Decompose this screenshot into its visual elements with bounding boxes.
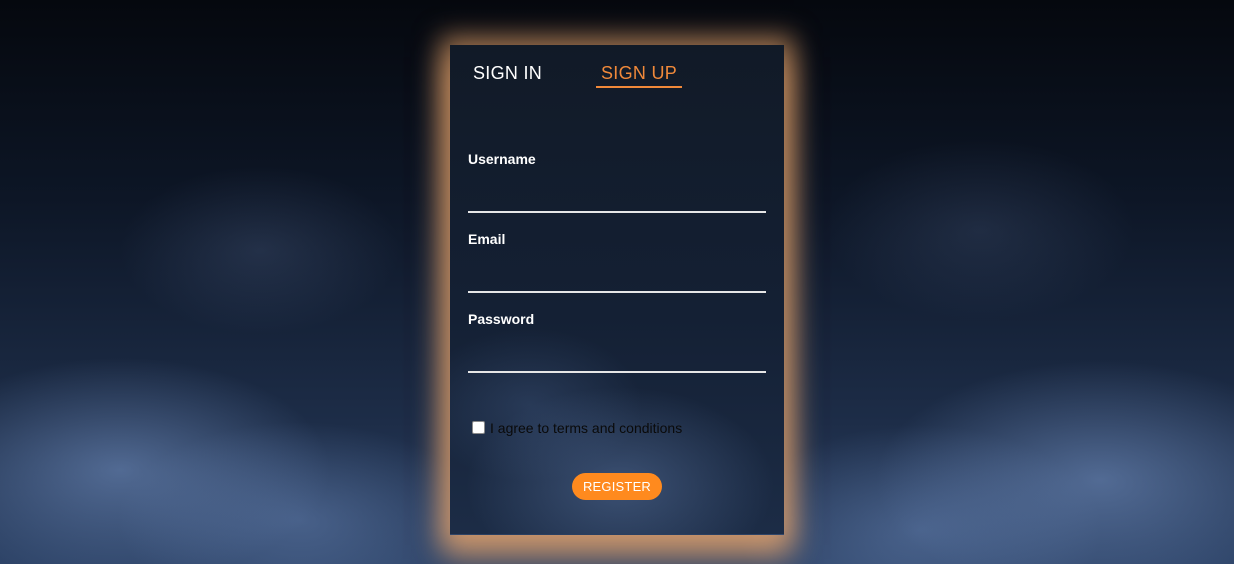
tab-sign-up[interactable]: SIGN UP — [596, 63, 683, 88]
username-input[interactable] — [468, 185, 766, 213]
email-input[interactable] — [468, 265, 766, 293]
signup-card: SIGN IN SIGN UP Username Email Password … — [450, 45, 784, 534]
terms-label: I agree to terms and conditions — [490, 420, 683, 436]
email-label: Email — [468, 231, 506, 247]
tab-sign-in[interactable]: SIGN IN — [473, 63, 542, 86]
password-label: Password — [468, 311, 535, 327]
username-label: Username — [468, 151, 536, 167]
register-button[interactable]: REGISTER — [572, 473, 662, 500]
password-input[interactable] — [468, 345, 766, 373]
terms-checkbox[interactable] — [472, 421, 485, 434]
